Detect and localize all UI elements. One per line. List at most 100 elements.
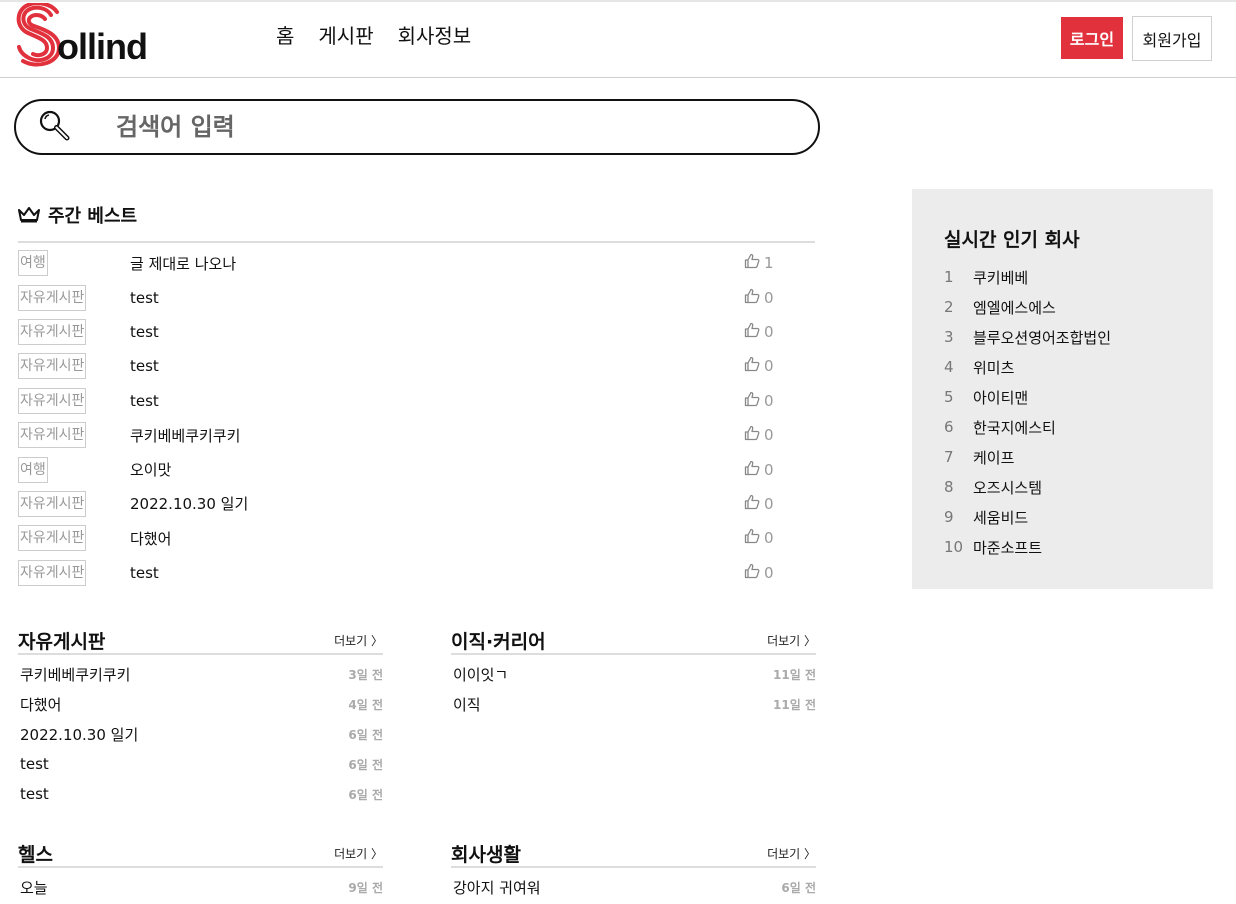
board-post-item[interactable]: 오늘 9일 전 (18, 872, 383, 902)
post-title[interactable]: test (130, 289, 159, 307)
category-tag[interactable]: 자유게시판 (18, 353, 87, 380)
post-title[interactable]: 다했어 (130, 528, 171, 549)
best-row[interactable]: 자유게시판 2022.10.30 일기 0 (18, 487, 815, 521)
post-title[interactable]: test (130, 323, 159, 341)
board-post-title[interactable]: test (20, 785, 49, 803)
board-post-title[interactable]: test (20, 755, 49, 773)
rank-number: 7 (944, 448, 954, 466)
category-tag[interactable]: 자유게시판 (18, 559, 87, 586)
company-name[interactable]: 위미츠 (973, 357, 1014, 378)
category-tag[interactable]: 자유게시판 (18, 525, 87, 552)
board-post-item[interactable]: test 6일 전 (18, 779, 383, 809)
nav-board[interactable]: 게시판 (318, 22, 373, 50)
category-tag[interactable]: 자유게시판 (18, 387, 87, 414)
like-value: 0 (764, 529, 774, 548)
popular-company-item[interactable]: 6 한국지에스티 (944, 412, 1213, 442)
board-post-title[interactable]: 이직 (453, 694, 481, 715)
post-title[interactable]: test (130, 392, 159, 410)
popular-company-item[interactable]: 10 마준소프트 (944, 532, 1213, 562)
post-title[interactable]: test (130, 357, 159, 375)
like-value: 1 (764, 254, 774, 273)
board-post-item[interactable]: 다했어 4일 전 (18, 689, 383, 719)
board-post-item[interactable]: test 6일 전 (18, 749, 383, 779)
company-name[interactable]: 마준소프트 (973, 537, 1042, 558)
like-value: 0 (764, 288, 774, 307)
company-name[interactable]: 세움비드 (973, 507, 1028, 528)
board-post-title[interactable]: 이이잇ㄱ (453, 664, 508, 685)
board-title[interactable]: 자유게시판 (18, 627, 105, 654)
company-name[interactable]: 아이티맨 (973, 387, 1028, 408)
company-name[interactable]: 쿠키베베 (973, 267, 1028, 288)
login-button[interactable]: 로그인 (1061, 17, 1123, 59)
board-title[interactable]: 이직·커리어 (451, 627, 546, 654)
popular-company-item[interactable]: 8 오즈시스템 (944, 472, 1213, 502)
post-title[interactable]: 2022.10.30 일기 (130, 493, 248, 514)
board-post-item[interactable]: 쿠키베베쿠키쿠키 3일 전 (18, 659, 383, 689)
search-icon[interactable] (38, 109, 72, 147)
company-name[interactable]: 케이프 (973, 447, 1014, 468)
company-name[interactable]: 한국지에스티 (973, 417, 1056, 438)
logo[interactable]: ollind (13, 3, 173, 67)
board-post-item[interactable]: 이직 11일 전 (451, 689, 816, 719)
board-post-title[interactable]: 쿠키베베쿠키쿠키 (20, 664, 130, 685)
post-title[interactable]: 쿠키베베쿠키쿠키 (130, 425, 240, 446)
best-row[interactable]: 자유게시판 다했어 0 (18, 521, 815, 555)
thumbs-up-icon (744, 460, 764, 480)
best-row[interactable]: 자유게시판 test 0 (18, 280, 815, 314)
popular-company-item[interactable]: 2 엠엘에스에스 (944, 292, 1213, 322)
like-count: 0 (744, 563, 774, 583)
board-post-date: 6일 전 (348, 757, 383, 772)
signup-button[interactable]: 회원가입 (1132, 16, 1212, 61)
board-free: 자유게시판 더보기 〉 쿠키베베쿠키쿠키 3일 전 다했어 4일 전 2022.10.30 … (18, 627, 383, 809)
rank-number: 10 (944, 538, 964, 556)
popular-companies-title: 실시간 인기 회사 (944, 229, 1080, 251)
category-tag[interactable]: 자유게시판 (18, 422, 87, 449)
popular-company-item[interactable]: 1 쿠키베베 (944, 262, 1213, 292)
more-link[interactable]: 더보기 〉 (767, 845, 816, 862)
best-row[interactable]: 자유게시판 test 0 (18, 556, 815, 590)
best-row[interactable]: 여행 오이맛 0 (18, 452, 815, 486)
more-link[interactable]: 더보기 〉 (334, 845, 383, 862)
best-row[interactable]: 자유게시판 쿠키베베쿠키쿠키 0 (18, 418, 815, 452)
popular-company-item[interactable]: 9 세움비드 (944, 502, 1213, 532)
thumbs-up-icon (744, 391, 764, 411)
like-count: 0 (744, 288, 774, 308)
category-tag[interactable]: 여행 (18, 250, 48, 277)
post-title[interactable]: 오이맛 (130, 459, 171, 480)
company-name[interactable]: 블루오션영어조합법인 (973, 327, 1111, 348)
best-row[interactable]: 자유게시판 test 0 (18, 384, 815, 418)
company-name[interactable]: 엠엘에스에스 (973, 297, 1056, 318)
company-name[interactable]: 오즈시스템 (973, 477, 1042, 498)
board-post-title[interactable]: 강아지 귀여워 (453, 877, 541, 898)
board-post-title[interactable]: 다했어 (20, 694, 61, 715)
board-post-title[interactable]: 2022.10.30 일기 (20, 724, 138, 745)
search-input[interactable] (116, 109, 776, 145)
more-link[interactable]: 더보기 〉 (767, 632, 816, 649)
popular-company-item[interactable]: 7 케이프 (944, 442, 1213, 472)
popular-company-item[interactable]: 3 블루오션영어조합법인 (944, 322, 1213, 352)
best-row[interactable]: 자유게시판 test 0 (18, 349, 815, 383)
category-tag[interactable]: 자유게시판 (18, 318, 87, 345)
best-row[interactable]: 여행 글 제대로 나오나 1 (18, 246, 815, 280)
board-post-title[interactable]: 오늘 (20, 877, 48, 898)
board-post-item[interactable]: 2022.10.30 일기 6일 전 (18, 719, 383, 749)
post-title[interactable]: 글 제대로 나오나 (130, 253, 236, 274)
board-post-item[interactable]: 강아지 귀여워 6일 전 (451, 872, 816, 902)
board-header: 이직·커리어 더보기 〉 (451, 627, 816, 655)
post-title[interactable]: test (130, 564, 159, 582)
nav-home[interactable]: 홈 (276, 22, 294, 50)
popular-company-item[interactable]: 5 아이티맨 (944, 382, 1213, 412)
best-row[interactable]: 자유게시판 test 0 (18, 315, 815, 349)
board-post-date: 6일 전 (348, 787, 383, 802)
board-header: 자유게시판 더보기 〉 (18, 627, 383, 655)
category-tag[interactable]: 여행 (18, 456, 48, 483)
popular-company-item[interactable]: 4 위미츠 (944, 352, 1213, 382)
category-tag[interactable]: 자유게시판 (18, 490, 87, 517)
category-tag[interactable]: 자유게시판 (18, 284, 87, 311)
board-title[interactable]: 회사생활 (451, 840, 521, 867)
more-link[interactable]: 더보기 〉 (334, 632, 383, 649)
like-count: 0 (744, 391, 774, 411)
board-title[interactable]: 헬스 (18, 840, 53, 867)
board-post-item[interactable]: 이이잇ㄱ 11일 전 (451, 659, 816, 689)
nav-company-info[interactable]: 회사정보 (398, 22, 472, 50)
